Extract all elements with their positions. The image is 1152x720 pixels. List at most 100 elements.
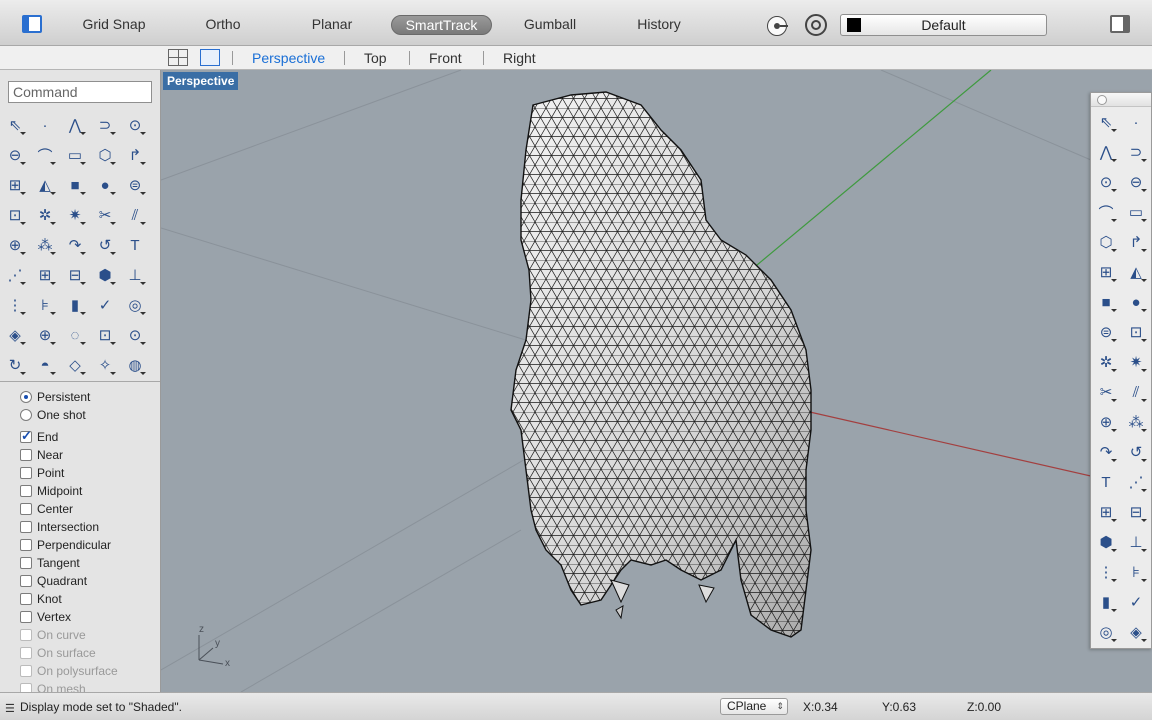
sidebar-toggle-icon[interactable] [22,15,42,33]
ellipse-icon[interactable]: ⊖ [0,140,30,170]
curve-icon[interactable]: ⊃ [90,110,120,140]
block-icon[interactable]: ⬢ [90,260,120,290]
control-points-icon[interactable]: ⋰ [1121,467,1151,497]
checkbox[interactable] [20,593,32,605]
box-icon[interactable]: ■ [60,170,90,200]
boolean-icon[interactable]: ⊕ [0,230,30,260]
solid-tools-icon[interactable]: ▮ [1091,587,1121,617]
solid-tools-icon[interactable]: ▮ [60,290,90,320]
gear-icon[interactable]: ✲ [30,200,60,230]
osnap-perpendicular[interactable]: Perpendicular [20,536,111,554]
ortho-button[interactable]: Ortho [198,14,248,34]
trim-icon[interactable]: ✂ [90,200,120,230]
osnap-end[interactable]: End [20,428,58,446]
four-viewport-icon[interactable] [168,49,188,66]
layout-icon[interactable]: ⊟ [1121,497,1151,527]
explode-icon[interactable]: ✷ [1121,347,1151,377]
select-arrow-icon[interactable]: ⇖ [1091,107,1121,137]
select-arrow-icon[interactable]: ⇖ [0,110,30,140]
curve-tools-icon[interactable]: ↷ [1091,437,1121,467]
checkbox[interactable] [20,557,32,569]
grid-snap-button[interactable]: Grid Snap [80,14,148,34]
align-icon[interactable]: ⊧ [30,290,60,320]
curve-icon[interactable]: ⊃ [1121,137,1151,167]
osnap-on-curve[interactable]: On curve [20,626,86,644]
rebuild-icon[interactable]: ↺ [90,230,120,260]
render-icon[interactable]: ◈ [1121,617,1151,647]
gear-icon[interactable]: ✲ [1091,347,1121,377]
array-icon[interactable]: ⊞ [1091,497,1121,527]
surface-edge-icon[interactable]: ◭ [1121,257,1151,287]
tab-right[interactable]: Right [503,49,536,67]
polyline-icon[interactable]: ⋀ [1091,137,1121,167]
control-points-icon[interactable]: ⋰ [0,260,30,290]
trim-icon[interactable]: ✂ [1091,377,1121,407]
arc-icon[interactable]: ⌒ [1091,197,1121,227]
osnap-quadrant[interactable]: Quadrant [20,572,87,590]
checkbox[interactable] [20,467,32,479]
sphere-icon[interactable]: ● [90,170,120,200]
zoom-selected-icon[interactable]: ⊙ [120,320,150,350]
render-icon[interactable]: ◈ [0,320,30,350]
zoom-window-icon[interactable]: ◌ [60,320,90,350]
record-history-icon[interactable] [767,16,788,36]
osnap-tangent[interactable]: Tangent [20,554,80,572]
osnap-on-polysurface[interactable]: On polysurface [20,662,118,680]
surface-points-icon[interactable]: ⊞ [1091,257,1121,287]
circle-icon[interactable]: ⊙ [120,110,150,140]
dimension-icon[interactable]: ⊥ [1121,527,1151,557]
arc-icon[interactable]: ⌒ [30,140,60,170]
osnap-knot[interactable]: Knot [20,590,62,608]
panel-toggle-icon[interactable] [1110,15,1130,33]
curve-tools-icon[interactable]: ↷ [60,230,90,260]
point-icon[interactable]: · [1121,107,1151,137]
history-button[interactable]: History [632,14,686,34]
checkbox[interactable] [20,485,32,497]
tab-front[interactable]: Front [429,49,462,67]
viewport-canvas[interactable]: z y x [161,70,1152,692]
osnap-one-shot[interactable]: One shot [20,406,86,424]
sphere-icon[interactable]: ● [1121,287,1151,317]
array-icon[interactable]: ⊞ [30,260,60,290]
polygon-icon[interactable]: ⬡ [1091,227,1121,257]
rotate-view-icon[interactable]: ↻ [0,350,30,380]
plane-icon[interactable]: ◇ [60,350,90,380]
cplane-select[interactable]: CPlane ⇕ [720,698,788,715]
fillet-icon[interactable]: ↱ [120,140,150,170]
mesh-icon[interactable]: ⊡ [1121,317,1151,347]
gumball-button[interactable]: Gumball [520,14,580,34]
viewport-label[interactable]: Perspective [163,72,239,90]
surface-edge-icon[interactable]: ◭ [30,170,60,200]
palette-title-bar[interactable] [1091,93,1151,107]
boolean-icon[interactable]: ⊕ [1091,407,1121,437]
planar-button[interactable]: Planar [306,14,358,34]
light-color-icon[interactable]: ✧ [90,350,120,380]
cylinder-icon[interactable]: ⊜ [1091,317,1121,347]
osnap-center[interactable]: Center [20,500,73,518]
osnap-midpoint[interactable]: Midpoint [20,482,82,500]
checkbox[interactable] [20,503,32,515]
car-icon[interactable]: ◓ [30,350,60,380]
zoom-extents-icon[interactable]: ⊡ [90,320,120,350]
tab-top[interactable]: Top [364,49,387,67]
checkbox[interactable] [20,665,32,677]
osnap-on-surface[interactable]: On surface [20,644,96,662]
split-icon[interactable]: ⫽ [1121,377,1151,407]
menu-lines-icon[interactable]: ☰ [5,702,15,715]
osnap-vertex[interactable]: Vertex [20,608,71,626]
rectangle-icon[interactable]: ▭ [1121,197,1151,227]
layer-select[interactable]: Default [840,14,1047,36]
group-icon[interactable]: ⁂ [30,230,60,260]
cylinder-icon[interactable]: ⊜ [120,170,150,200]
checkbox[interactable] [20,647,32,659]
osnap-intersection[interactable]: Intersection [20,518,99,536]
persistent-radio[interactable] [20,391,32,403]
group-icon[interactable]: ⁂ [1121,407,1151,437]
dimension-icon[interactable]: ⊥ [120,260,150,290]
command-input[interactable] [8,81,152,103]
perspective-viewport[interactable]: z y x Perspective [161,70,1152,692]
split-icon[interactable]: ⫽ [120,200,150,230]
zoom-in-icon[interactable]: ⊕ [30,320,60,350]
close-icon[interactable] [1097,95,1107,105]
grid-icon[interactable]: ⋮ [0,290,30,320]
